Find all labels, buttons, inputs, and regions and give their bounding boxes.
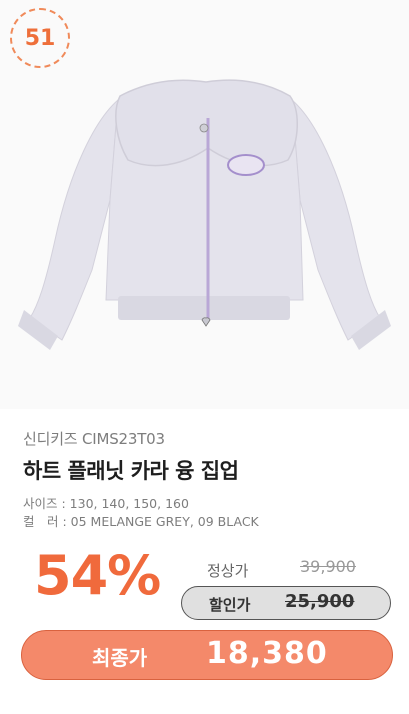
- sale-price: 25,900: [285, 591, 355, 612]
- brand-code: 신디키즈 CIMS23T03: [23, 430, 165, 448]
- regular-price: 39,900: [300, 557, 356, 576]
- final-price-label: 최종가: [92, 646, 148, 670]
- product-title[interactable]: 하트 플래닛 카라 융 집업: [23, 455, 239, 485]
- discount-rate: 54%: [34, 544, 161, 607]
- rank-badge: 51: [10, 8, 70, 68]
- size-options: 사이즈 : 130, 140, 150, 160: [23, 496, 189, 511]
- color-options: 컬 러 : 05 MELANGE GREY, 09 BLACK: [23, 514, 259, 529]
- product-image[interactable]: [0, 0, 409, 409]
- regular-price-label: 정상가: [207, 562, 249, 580]
- final-price: 18,380: [206, 636, 328, 671]
- product-image-area[interactable]: 51: [0, 0, 409, 409]
- sale-price-label: 할인가: [209, 596, 251, 614]
